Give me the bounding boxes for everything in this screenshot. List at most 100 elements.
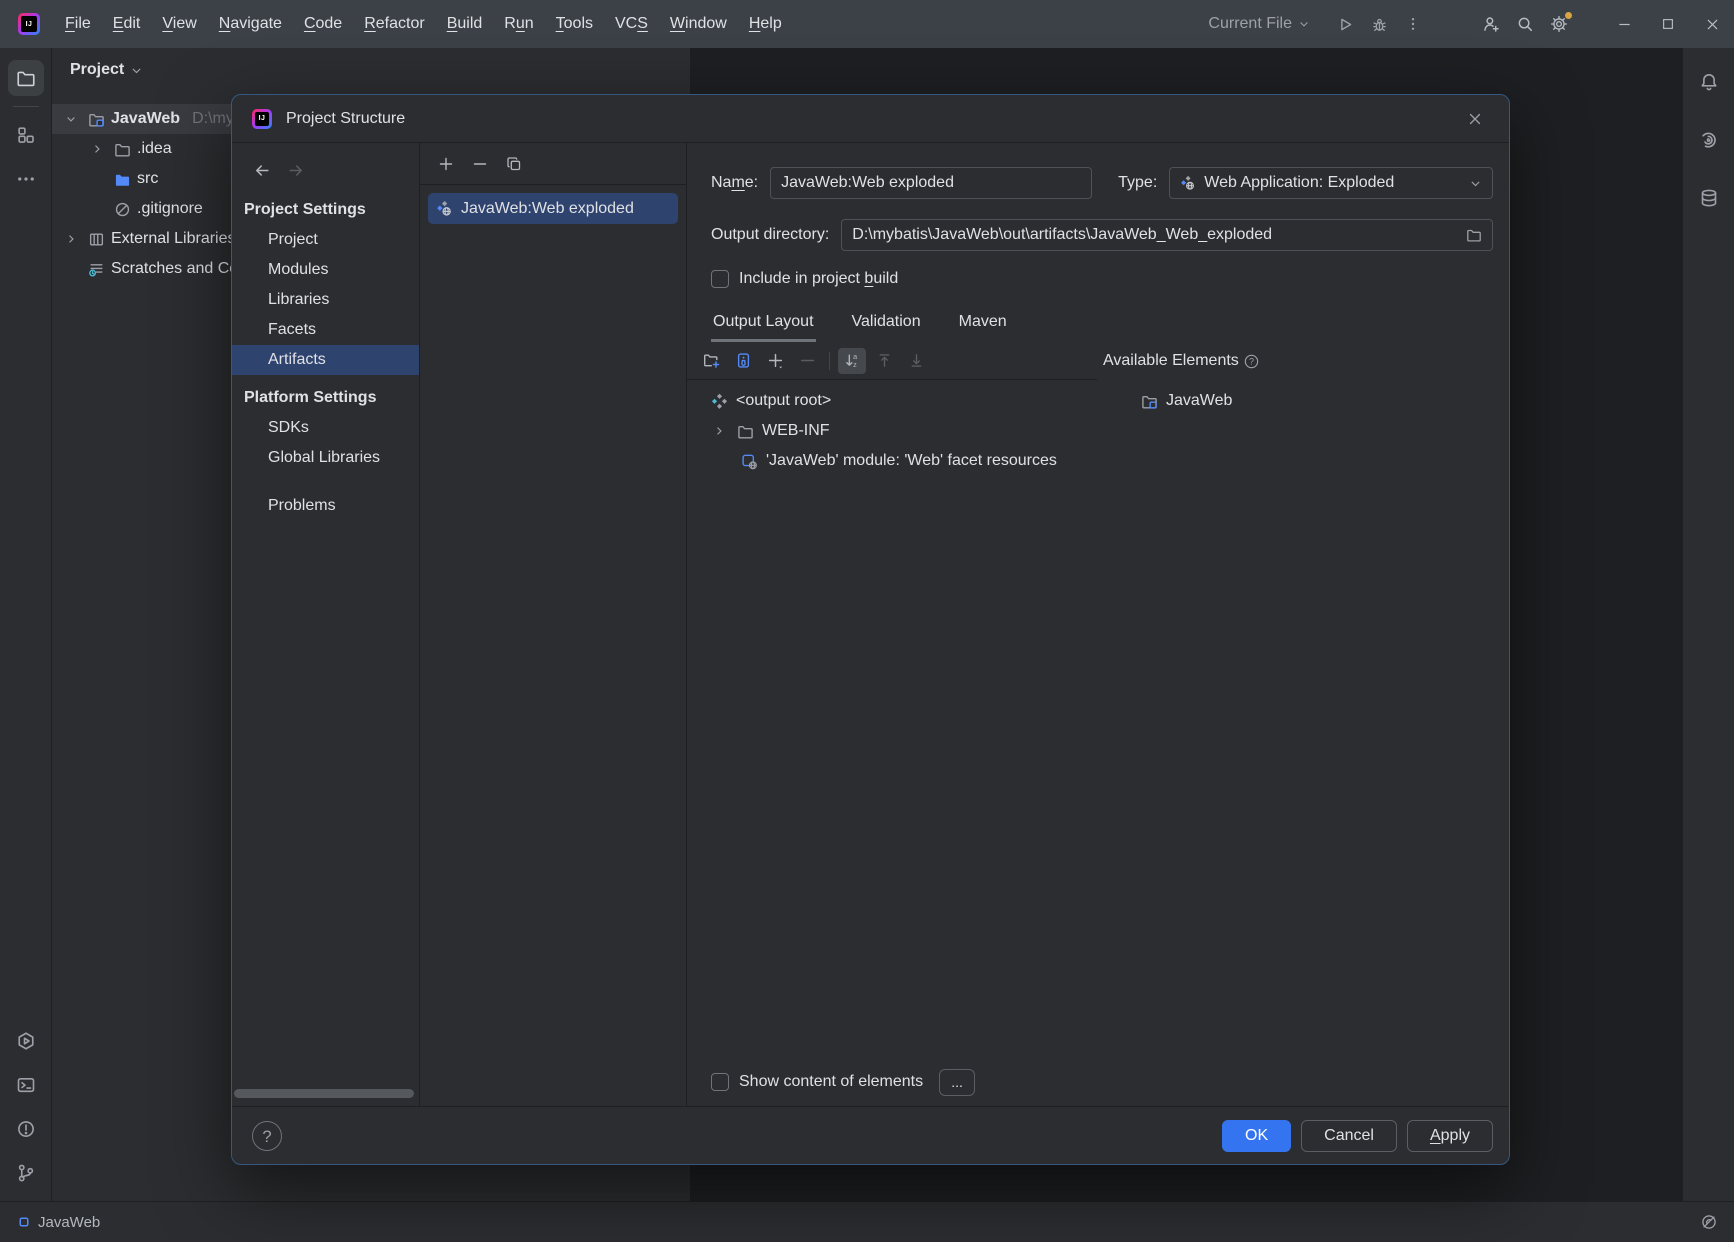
dialog-header[interactable]: IJ Project Structure xyxy=(232,95,1509,143)
menu-help[interactable]: Help xyxy=(738,10,793,38)
help-button[interactable]: ? xyxy=(252,1121,282,1151)
remove-icon xyxy=(799,352,816,369)
version-control-tool-button[interactable] xyxy=(8,1155,44,1191)
svg-text:?: ? xyxy=(1249,356,1254,366)
add-artifact-button[interactable] xyxy=(432,151,460,177)
screen-reader-status[interactable] xyxy=(1700,1213,1718,1231)
maximize-button[interactable] xyxy=(1646,0,1690,48)
minimize-button[interactable] xyxy=(1602,0,1646,48)
titlebar: IJ File Edit View Navigate Code Refactor… xyxy=(0,0,1734,48)
notifications-button[interactable] xyxy=(1691,64,1727,100)
project-panel-header[interactable]: Project xyxy=(52,48,690,92)
code-with-me-button[interactable] xyxy=(1474,7,1508,41)
add-element-button[interactable] xyxy=(761,348,789,374)
close-window-button[interactable] xyxy=(1690,0,1734,48)
tree-row-web-inf[interactable]: WEB-INF xyxy=(687,416,1097,446)
maximize-icon xyxy=(1661,17,1675,31)
include-in-build-checkbox[interactable] xyxy=(711,270,729,288)
remove-element-button[interactable] xyxy=(793,348,821,374)
ai-assistant-button[interactable] xyxy=(1691,122,1727,158)
menu-window[interactable]: Window xyxy=(659,10,738,38)
services-tool-button[interactable] xyxy=(8,1023,44,1059)
horizontal-scrollbar[interactable] xyxy=(234,1089,414,1098)
run-button[interactable] xyxy=(1328,7,1362,41)
more-tool-windows-button[interactable] xyxy=(8,161,44,197)
menu-navigate[interactable]: Navigate xyxy=(208,10,293,38)
status-project-widget[interactable]: JavaWeb xyxy=(18,1214,100,1231)
archive-button[interactable] xyxy=(729,348,757,374)
more-actions-button[interactable] xyxy=(1396,7,1430,41)
tree-label: 'JavaWeb' module: 'Web' facet resources xyxy=(766,452,1057,470)
nav-item-artifacts[interactable]: Artifacts xyxy=(232,345,419,375)
output-layout-toolbar: az xyxy=(687,342,1097,380)
menu-tools[interactable]: Tools xyxy=(545,10,604,38)
available-element-javaweb[interactable]: JavaWeb xyxy=(1097,386,1509,416)
ok-button[interactable]: OK xyxy=(1222,1120,1291,1152)
back-arrow-icon xyxy=(254,162,271,179)
tab-maven[interactable]: Maven xyxy=(957,307,1009,342)
chevron-right-icon[interactable] xyxy=(709,425,729,437)
menu-edit[interactable]: Edit xyxy=(102,10,152,38)
show-content-checkbox[interactable] xyxy=(711,1073,729,1091)
search-everywhere-button[interactable] xyxy=(1508,7,1542,41)
content-options-button[interactable]: ... xyxy=(939,1069,975,1096)
forward-button[interactable] xyxy=(287,162,304,179)
tree-row-facet-resources[interactable]: 'JavaWeb' module: 'Web' facet resources xyxy=(687,446,1097,476)
apply-button[interactable]: Apply xyxy=(1407,1120,1493,1152)
menu-file[interactable]: File xyxy=(54,10,102,38)
new-folder-button[interactable] xyxy=(697,348,725,374)
project-tool-button[interactable] xyxy=(8,60,44,96)
tab-validation[interactable]: Validation xyxy=(850,307,923,342)
libraries-icon xyxy=(88,231,105,248)
menu-run[interactable]: Run xyxy=(493,10,544,38)
structure-tool-button[interactable] xyxy=(8,117,44,153)
dialog-close-button[interactable] xyxy=(1459,103,1491,135)
debug-button[interactable] xyxy=(1362,7,1396,41)
facet-resources-icon xyxy=(741,453,758,470)
project-structure-dialog: IJ Project Structure Project Settings Pr… xyxy=(231,94,1510,1165)
browse-folder-icon[interactable] xyxy=(1466,227,1482,243)
artifacts-list-panel: JavaWeb:Web exploded xyxy=(420,143,687,1106)
scratches-icon xyxy=(88,261,105,278)
show-content-label: Show content of elements xyxy=(739,1073,923,1091)
nav-item-libraries[interactable]: Libraries xyxy=(232,285,419,315)
artifact-type-select[interactable]: Web Application: Exploded xyxy=(1169,167,1493,199)
tab-output-layout[interactable]: Output Layout xyxy=(711,307,816,342)
problems-tool-button[interactable] xyxy=(8,1111,44,1147)
sort-alphabetically-button[interactable]: az xyxy=(838,348,866,374)
output-directory-input[interactable] xyxy=(852,226,1458,244)
menu-code[interactable]: Code xyxy=(293,10,353,38)
more-tool-windows-icon xyxy=(16,169,36,189)
output-layout-tree: <output root> WEB-INF 'JavaWeb' module: … xyxy=(687,380,1097,476)
artifact-list-item[interactable]: JavaWeb:Web exploded xyxy=(428,193,678,224)
help-icon[interactable]: ? xyxy=(1243,353,1260,370)
menu-refactor[interactable]: Refactor xyxy=(353,10,435,38)
nav-item-project[interactable]: Project xyxy=(232,225,419,255)
nav-item-modules[interactable]: Modules xyxy=(232,255,419,285)
menu-view[interactable]: View xyxy=(151,10,207,38)
settings-button[interactable] xyxy=(1542,7,1576,41)
sort-alphabetically-icon: az xyxy=(844,352,861,369)
cancel-button[interactable]: Cancel xyxy=(1301,1120,1397,1152)
run-configuration-selector[interactable]: Current File xyxy=(1208,15,1310,33)
database-button[interactable] xyxy=(1691,180,1727,216)
nav-item-facets[interactable]: Facets xyxy=(232,315,419,345)
chevron-down-icon[interactable] xyxy=(60,113,82,125)
move-down-button[interactable] xyxy=(902,348,930,374)
menu-vcs[interactable]: VCS xyxy=(604,10,659,38)
terminal-tool-button[interactable] xyxy=(8,1067,44,1103)
move-up-button[interactable] xyxy=(870,348,898,374)
copy-artifact-button[interactable] xyxy=(500,151,528,177)
run-configuration-label: Current File xyxy=(1208,15,1292,33)
chevron-right-icon[interactable] xyxy=(86,143,108,155)
nav-item-sdks[interactable]: SDKs xyxy=(232,413,419,443)
artifact-name-input[interactable] xyxy=(770,167,1092,199)
remove-artifact-button[interactable] xyxy=(466,151,494,177)
nav-item-global-libraries[interactable]: Global Libraries xyxy=(232,443,419,473)
strip-divider xyxy=(13,106,39,107)
menu-build[interactable]: Build xyxy=(436,10,494,38)
back-button[interactable] xyxy=(254,162,271,179)
nav-item-problems[interactable]: Problems xyxy=(232,491,419,521)
chevron-right-icon[interactable] xyxy=(60,233,82,245)
tree-row-output-root[interactable]: <output root> xyxy=(687,386,1097,416)
